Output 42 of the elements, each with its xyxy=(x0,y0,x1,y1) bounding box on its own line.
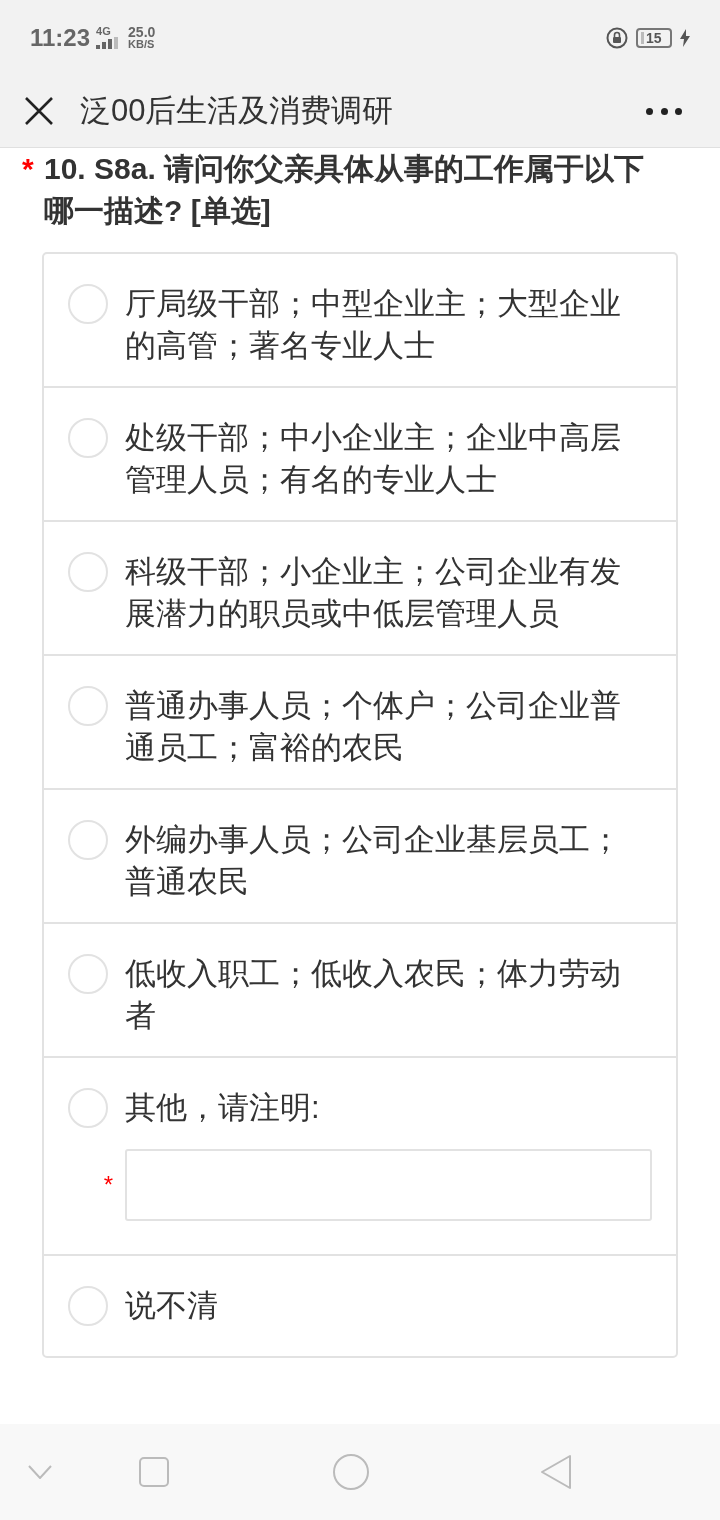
clock-time: 11:23 xyxy=(30,22,91,53)
option-label: 说不清 xyxy=(125,1287,218,1325)
close-icon[interactable] xyxy=(24,96,54,126)
home-icon[interactable] xyxy=(332,1454,369,1490)
option-label: 处级干部；中小企业主；企业中高层管理人员；有名的专业人士 xyxy=(125,419,622,499)
more-icon[interactable] xyxy=(646,107,682,115)
option-row[interactable]: 说不清 xyxy=(44,1256,676,1356)
square-icon[interactable] xyxy=(139,1457,170,1487)
chevron-down-icon[interactable] xyxy=(28,1465,52,1479)
battery-percentage: 15 xyxy=(646,30,662,45)
question-title: 10. S8a. 请问你父亲具体从事的工作属于以下哪一描述? [单选] xyxy=(44,151,646,229)
required-mark: * xyxy=(103,1173,113,1197)
signal-icon xyxy=(96,37,121,49)
option-row[interactable]: 低收入职工；低收入农民；体力劳动者 xyxy=(44,924,676,1058)
option-row[interactable]: 处级干部；中小企业主；企业中高层管理人员；有名的专业人士 xyxy=(44,388,676,522)
option-label: 低收入职工；低收入农民；体力劳动者 xyxy=(125,955,622,1035)
option-label: 科级干部；小企业主；公司企业有发展潜力的职员或中低层管理人员 xyxy=(125,553,622,633)
radio-button[interactable] xyxy=(68,686,108,726)
input-field[interactable] xyxy=(125,1149,652,1221)
radio-button[interactable] xyxy=(68,418,108,458)
network-type: 4G xyxy=(96,26,111,37)
option-row[interactable]: 其他，请注明: * xyxy=(44,1058,676,1256)
option-label: 外编办事人员；公司企业基层员工；普通农民 xyxy=(125,821,622,901)
option-row[interactable]: 外编办事人员；公司企业基层员工；普通农民 xyxy=(44,790,676,924)
option-label: 厅局级干部；中型企业主；大型企业的高管；著名专业人士 xyxy=(125,285,622,365)
radio-button[interactable] xyxy=(68,954,108,994)
option-label: 其他，请注明: xyxy=(125,1089,320,1127)
option-row[interactable]: 普通办事人员；个体户；公司企业普通员工；富裕的农民 xyxy=(44,656,676,790)
radio-button[interactable] xyxy=(68,1286,108,1326)
back-icon[interactable] xyxy=(540,1454,572,1490)
radio-button[interactable] xyxy=(68,284,108,324)
rotation-lock-icon xyxy=(606,26,628,49)
network-speed: 25.0 xyxy=(128,25,156,39)
page-title: 泛00后生活及消费调研 xyxy=(80,91,395,130)
option-row[interactable]: 厅局级干部；中型企业主；大型企业的高管；著名专业人士 xyxy=(44,254,676,388)
radio-button[interactable] xyxy=(68,1088,108,1128)
option-row[interactable]: 科级干部；小企业主；公司企业有发展潜力的职员或中低层管理人员 xyxy=(44,522,676,656)
radio-button[interactable] xyxy=(68,820,108,860)
option-label: 普通办事人员；个体户；公司企业普通员工；富裕的农民 xyxy=(125,687,622,767)
speed-unit: KB/S xyxy=(128,39,156,50)
required-mark: * xyxy=(22,151,35,187)
radio-button[interactable] xyxy=(68,552,108,592)
